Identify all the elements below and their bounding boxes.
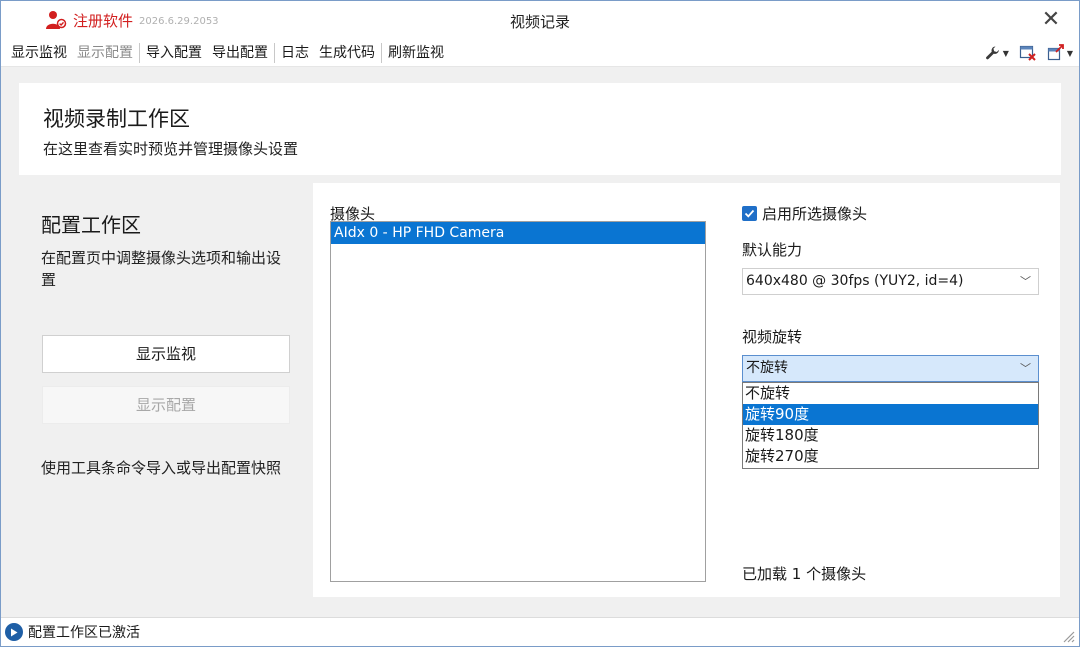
menu-generate-code[interactable]: 生成代码 <box>314 42 380 64</box>
chevron-down-icon: ﹀ <box>1020 362 1031 375</box>
export-dropdown-button[interactable]: ▼ <box>1047 44 1073 62</box>
tools-dropdown-button[interactable]: ▼ <box>985 45 1009 61</box>
workspace-header: 视频录制工作区 在这里查看实时预览并管理摄像头设置 <box>19 83 1061 175</box>
capability-value: 640x480 @ 30fps (YUY2, id=4) <box>746 273 964 289</box>
page-subtitle: 在这里查看实时预览并管理摄像头设置 <box>43 140 299 158</box>
play-circle-icon <box>5 623 23 641</box>
rotation-dropdown-list: 不旋转 旋转90度 旋转180度 旋转270度 <box>742 382 1039 469</box>
title-bar: 注册软件 2026.6.29.2053 视频记录 ✕ <box>1 1 1079 39</box>
menu-toolbar: 显示监视 显示配置 导入配置 导出配置 日志 生成代码 刷新监视 ▼ ▼ <box>1 39 1079 67</box>
menu-refresh-monitor[interactable]: 刷新监视 <box>383 42 449 64</box>
capability-select[interactable]: 640x480 @ 30fps (YUY2, id=4) ﹀ <box>742 268 1039 295</box>
menu-export-config[interactable]: 导出配置 <box>207 42 273 64</box>
show-monitor-button[interactable]: 显示监视 <box>42 335 290 373</box>
wrench-icon <box>985 46 999 60</box>
enable-camera-label: 启用所选摄像头 <box>762 205 868 223</box>
close-button[interactable]: ✕ <box>1039 7 1063 33</box>
rotation-option-180[interactable]: 旋转180度 <box>743 425 1038 446</box>
camera-list-item[interactable]: AIdx 0 - HP FHD Camera <box>331 222 705 244</box>
status-text: 配置工作区已激活 <box>28 625 140 641</box>
rotation-value: 不旋转 <box>746 360 788 376</box>
status-bar: 配置工作区已激活 <box>1 617 1079 646</box>
capability-label: 默认能力 <box>742 241 803 259</box>
toolbar-right: ▼ ▼ <box>975 42 1073 64</box>
app-window: 注册软件 2026.6.29.2053 视频记录 ✕ 显示监视 显示配置 导入配… <box>0 0 1080 647</box>
close-window-button[interactable] <box>1019 44 1037 62</box>
menu-import-config[interactable]: 导入配置 <box>141 42 207 64</box>
menu-separator <box>274 42 275 63</box>
menu-log[interactable]: 日志 <box>276 42 314 64</box>
menu-separator <box>381 42 382 63</box>
camera-count-text: 已加载 1 个摄像头 <box>742 565 867 583</box>
show-config-button: 显示配置 <box>42 386 290 424</box>
config-snapshot-note: 使用工具条命令导入或导出配置快照 <box>41 459 282 477</box>
rotation-option-none[interactable]: 不旋转 <box>743 383 1038 404</box>
page-title: 视频录制工作区 <box>43 107 190 131</box>
rotation-select[interactable]: 不旋转 ﹀ <box>742 355 1039 382</box>
camera-settings-panel: 摄像头 AIdx 0 - HP FHD Camera 启用所选摄像头 默认能力 … <box>313 183 1060 597</box>
enable-camera-checkbox[interactable]: 启用所选摄像头 <box>742 203 867 224</box>
rotation-label: 视频旋转 <box>742 328 803 346</box>
config-workspace-title: 配置工作区 <box>41 213 141 237</box>
resize-grip-icon[interactable] <box>1061 629 1075 643</box>
camera-listbox[interactable]: AIdx 0 - HP FHD Camera <box>330 221 706 582</box>
chevron-down-icon: ▼ <box>1066 48 1073 58</box>
checkbox-checked-icon <box>742 206 757 221</box>
menu-separator <box>139 42 140 63</box>
chevron-down-icon: ▼ <box>1002 48 1009 58</box>
chevron-down-icon: ﹀ <box>1020 275 1031 288</box>
close-window-icon <box>1019 45 1036 61</box>
rotation-option-270[interactable]: 旋转270度 <box>743 446 1038 467</box>
rotation-option-90[interactable]: 旋转90度 <box>743 404 1038 425</box>
export-icon <box>1047 44 1064 61</box>
menu-show-config: 显示配置 <box>77 44 133 61</box>
window-title: 视频记录 <box>509 13 570 31</box>
menu-show-monitor[interactable]: 显示监视 <box>6 42 72 64</box>
config-workspace-description: 在配置页中调整摄像头选项和输出设置 <box>41 249 282 289</box>
